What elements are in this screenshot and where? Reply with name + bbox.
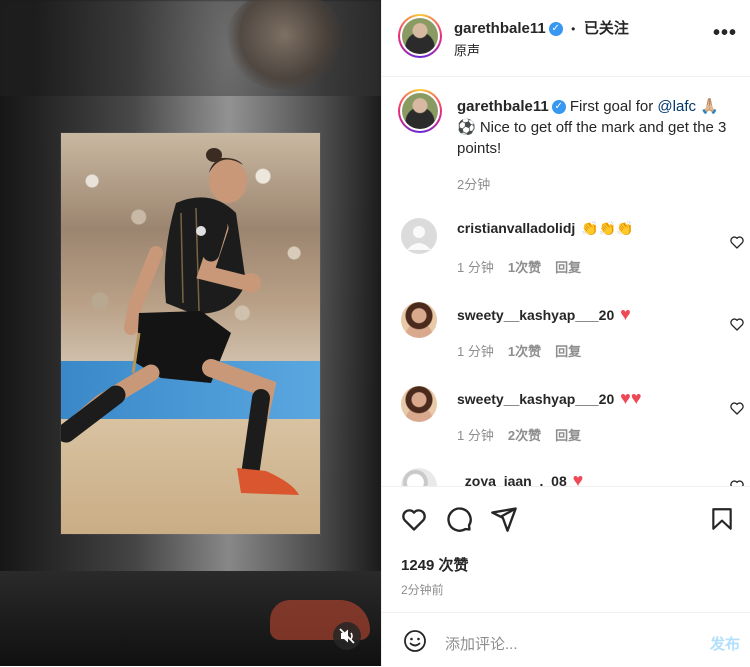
woman-avatar[interactable]: [401, 302, 437, 338]
likes-count[interactable]: 1249 次赞: [401, 554, 469, 575]
comment-item: sweety__kashyap___20 ♥♥ 1 分钟 2次赞 回复: [382, 382, 750, 444]
comment-bubble-icon[interactable]: [445, 505, 473, 533]
comment-meta: 1 分钟 1次赞 回复: [457, 341, 595, 360]
author-avatar[interactable]: [398, 14, 442, 58]
caption-text-before: First goal for: [569, 98, 658, 115]
caption-time: 2分钟: [457, 177, 491, 192]
comment-emoji: ♥♥: [620, 388, 642, 408]
ball-avatar[interactable]: [401, 468, 437, 486]
verified-badge-icon: ✓: [551, 100, 566, 115]
audio-label[interactable]: 原声: [454, 40, 480, 59]
mute-button[interactable]: [333, 622, 361, 650]
woman-avatar[interactable]: [401, 386, 437, 422]
following-button[interactable]: 已关注: [584, 20, 629, 37]
default-user-icon: [407, 226, 431, 250]
post-comment-button[interactable]: 发布: [710, 633, 740, 654]
comment-like-heart-icon[interactable]: [729, 400, 745, 416]
default-avatar[interactable]: [401, 218, 437, 254]
comment-likes[interactable]: 2次赞: [508, 428, 541, 443]
post-timestamp[interactable]: 2分钟前: [401, 581, 444, 598]
comment-username[interactable]: sweety__kashyap___20: [457, 307, 614, 323]
comment-text: _zoya_jaan_._08 ♥: [457, 470, 583, 486]
caption-text: garethbale11 ✓ First goal for @lafc 🙏🏼⚽ N…: [457, 96, 737, 159]
comment-meta: 1 分钟 1次赞 回复: [457, 257, 595, 276]
comment-username[interactable]: _zoya_jaan_._08: [457, 473, 567, 486]
speaker-muted-icon: [339, 628, 355, 644]
comment-time: 1 分钟: [457, 344, 494, 359]
comment-time: 1 分钟: [457, 260, 494, 275]
comment-item: _zoya_jaan_._08 ♥: [382, 466, 750, 486]
comment-username[interactable]: sweety__kashyap___20: [457, 391, 614, 407]
comment-likes[interactable]: 1次赞: [508, 260, 541, 275]
comment-text: sweety__kashyap___20 ♥♥: [457, 388, 642, 409]
caption-author-avatar[interactable]: [398, 89, 442, 133]
comment-like-heart-icon[interactable]: [729, 234, 745, 250]
comment-reply-button[interactable]: 回复: [555, 260, 581, 275]
comment-time: 1 分钟: [457, 428, 494, 443]
comment-composer: 添加评论... 发布: [382, 612, 750, 667]
comment-likes[interactable]: 1次赞: [508, 344, 541, 359]
comment-emoji: ♥: [572, 470, 584, 486]
post-photo: [61, 133, 320, 534]
comment-item: sweety__kashyap___20 ♥ 1 分钟 1次赞 回复: [382, 298, 750, 360]
post-side-panel: garethbale11 ✓ • 已关注 原声 ••• garethbale11 ✓…: [381, 0, 750, 666]
comment-text: cristianvalladolidj 👏👏👏: [457, 220, 633, 237]
comment-text: sweety__kashyap___20 ♥: [457, 304, 631, 325]
comment-username[interactable]: cristianvalladolidj: [457, 220, 575, 236]
comment-input[interactable]: 添加评论...: [445, 633, 518, 654]
caption-username[interactable]: garethbale11: [457, 98, 549, 115]
comment-meta: 1 分钟 2次赞 回复: [457, 425, 595, 444]
header-title-row: garethbale11 ✓ • 已关注: [454, 17, 629, 38]
comments-scroll-area[interactable]: garethbale11 ✓ First goal for @lafc 🙏🏼⚽ N…: [382, 76, 750, 486]
like-heart-icon[interactable]: [400, 505, 428, 533]
caption-mention-link[interactable]: @lafc: [657, 98, 696, 115]
more-options-icon[interactable]: •••: [713, 22, 737, 45]
post-media[interactable]: [0, 0, 381, 666]
verified-badge-icon: ✓: [548, 21, 563, 36]
photo-player: [61, 148, 299, 495]
comment-item: cristianvalladolidj 👏👏👏 1 分钟 1次赞 回复: [382, 214, 750, 276]
comment-reply-button[interactable]: 回复: [555, 428, 581, 443]
header-separator: •: [571, 22, 576, 36]
post-header: garethbale11 ✓ • 已关注 原声 •••: [382, 0, 750, 77]
post-actions: 1249 次赞 2分钟前: [382, 486, 750, 613]
comment-emoji: 👏👏👏: [581, 220, 634, 236]
share-send-icon[interactable]: [490, 505, 518, 533]
comment-reply-button[interactable]: 回复: [555, 344, 581, 359]
author-username[interactable]: garethbale11: [454, 20, 546, 37]
comment-like-heart-icon[interactable]: [729, 316, 745, 332]
comment-emoji: ♥: [620, 304, 631, 324]
emoji-icon[interactable]: [403, 629, 427, 653]
save-bookmark-icon[interactable]: [709, 505, 735, 533]
comment-like-heart-icon[interactable]: [729, 478, 745, 486]
